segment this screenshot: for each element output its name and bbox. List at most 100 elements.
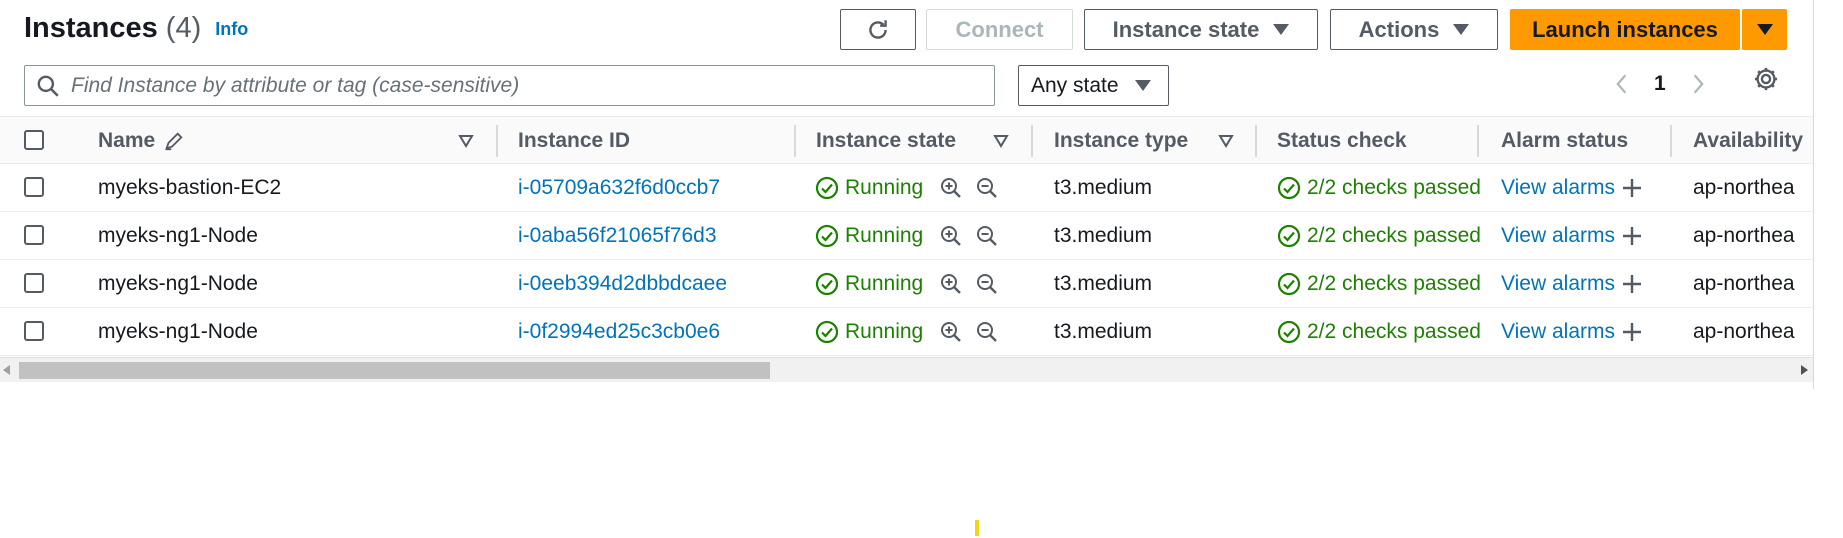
alarm-status: View alarms	[1501, 164, 1643, 211]
actions-label: Actions	[1358, 16, 1440, 42]
instance-id-link[interactable]: i-0eeb394d2dbbdcaee	[518, 260, 727, 307]
launch-options-dropdown[interactable]	[1742, 9, 1787, 50]
chevron-left-icon[interactable]	[1610, 71, 1632, 97]
plus-icon[interactable]	[1621, 225, 1643, 247]
check-circle-icon	[815, 272, 839, 295]
availability-zone: ap-northea	[1693, 223, 1795, 247]
row-checkbox[interactable]	[24, 273, 44, 293]
sort-icon[interactable]	[993, 134, 1009, 148]
zoom-in-icon[interactable]	[939, 272, 963, 296]
column-divider[interactable]	[496, 125, 498, 157]
actions-dropdown[interactable]: Actions	[1330, 9, 1498, 50]
column-header-name[interactable]: Name	[98, 117, 185, 164]
sort-icon[interactable]	[1218, 134, 1234, 148]
caret-down-icon	[1134, 80, 1151, 91]
availability-zone: ap-northea	[1693, 271, 1795, 295]
availability-zone: ap-northea	[1693, 175, 1795, 199]
table-row[interactable]: myeks-ng1-Node i-0eeb394d2dbbdcaee Runni…	[0, 260, 1813, 308]
table-row[interactable]: myeks-ng1-Node i-0aba56f21065f76d3 Runni…	[0, 212, 1813, 260]
scroll-right-arrow-icon[interactable]	[1800, 365, 1808, 375]
status-check: 2/2 checks passed	[1277, 308, 1481, 355]
alarm-status: View alarms	[1501, 212, 1643, 259]
check-circle-icon	[1277, 320, 1301, 343]
column-divider[interactable]	[1255, 125, 1257, 157]
page-number[interactable]: 1	[1654, 72, 1666, 96]
zoom-out-icon[interactable]	[975, 320, 999, 344]
scrollbar-thumb[interactable]	[19, 362, 770, 379]
alarm-status: View alarms	[1501, 308, 1643, 355]
instance-type: t3.medium	[1054, 175, 1153, 199]
zoom-in-icon[interactable]	[939, 224, 963, 248]
search-box	[24, 65, 995, 106]
status-check: 2/2 checks passed	[1277, 260, 1481, 307]
status-check: 2/2 checks passed	[1277, 164, 1481, 211]
view-alarms-link[interactable]: View alarms	[1501, 176, 1615, 200]
check-circle-icon	[1277, 224, 1301, 247]
instances-panel: Instances (4) Info Connect Instance state …	[0, 0, 1814, 389]
check-circle-icon	[815, 320, 839, 343]
instance-state: Running	[815, 260, 999, 307]
scroll-left-arrow-icon[interactable]	[3, 365, 11, 375]
instance-state-dropdown[interactable]: Instance state	[1084, 9, 1318, 50]
zoom-out-icon[interactable]	[975, 176, 999, 200]
check-circle-icon	[815, 224, 839, 247]
column-header-instance-id[interactable]: Instance ID	[518, 117, 630, 164]
view-alarms-link[interactable]: View alarms	[1501, 224, 1615, 248]
plus-icon[interactable]	[1621, 177, 1643, 199]
caret-down-icon	[1453, 24, 1470, 35]
zoom-out-icon[interactable]	[975, 224, 999, 248]
instance-name: myeks-ng1-Node	[98, 223, 258, 247]
column-divider[interactable]	[1477, 125, 1479, 157]
pagination: 1	[1610, 64, 1710, 104]
table-row[interactable]: myeks-ng1-Node i-0f2994ed25c3cb0e6 Runni…	[0, 308, 1813, 356]
row-checkbox[interactable]	[24, 177, 44, 197]
check-circle-icon	[815, 176, 839, 199]
column-header-status-check[interactable]: Status check	[1277, 117, 1407, 164]
check-circle-icon	[1277, 272, 1301, 295]
table-row[interactable]: myeks-bastion-EC2 i-05709a632f6d0ccb7 Ru…	[0, 164, 1813, 212]
column-divider[interactable]	[1031, 125, 1033, 157]
sort-icon[interactable]	[458, 134, 474, 148]
search-input[interactable]	[69, 72, 973, 99]
alarm-status: View alarms	[1501, 260, 1643, 307]
instance-state-label: Instance state	[1112, 16, 1260, 42]
text-cursor	[975, 520, 979, 536]
pencil-icon	[165, 131, 183, 150]
column-header-alarm-status[interactable]: Alarm status	[1501, 117, 1628, 164]
plus-icon[interactable]	[1621, 321, 1643, 343]
chevron-right-icon[interactable]	[1688, 71, 1710, 97]
refresh-icon	[869, 19, 887, 39]
instance-state: Running	[815, 212, 999, 259]
view-alarms-link[interactable]: View alarms	[1501, 320, 1615, 344]
instance-id-link[interactable]: i-05709a632f6d0ccb7	[518, 164, 720, 211]
instance-id-link[interactable]: i-0aba56f21065f76d3	[518, 212, 717, 259]
column-header-availability[interactable]: Availability	[1693, 117, 1803, 164]
row-checkbox[interactable]	[24, 321, 44, 341]
column-header-instance-type[interactable]: Instance type	[1054, 117, 1188, 164]
view-alarms-link[interactable]: View alarms	[1501, 272, 1615, 296]
instance-state: Running	[815, 308, 999, 355]
select-all-checkbox[interactable]	[24, 130, 44, 150]
gear-icon[interactable]	[1752, 65, 1780, 93]
launch-instances-button[interactable]: Launch instances	[1510, 9, 1740, 50]
column-header-instance-state[interactable]: Instance state	[816, 117, 956, 164]
search-icon	[37, 75, 59, 97]
zoom-in-icon[interactable]	[939, 320, 963, 344]
zoom-out-icon[interactable]	[975, 272, 999, 296]
instance-name: myeks-bastion-EC2	[98, 175, 282, 199]
title-text: Instances	[24, 12, 158, 44]
horizontal-scrollbar[interactable]	[0, 357, 1813, 382]
connect-button[interactable]: Connect	[926, 9, 1073, 50]
instance-count: (4)	[165, 12, 202, 44]
zoom-in-icon[interactable]	[939, 176, 963, 200]
instance-name: myeks-ng1-Node	[98, 271, 258, 295]
plus-icon[interactable]	[1621, 273, 1643, 295]
state-filter-select[interactable]: Any state	[1018, 65, 1169, 106]
row-checkbox[interactable]	[24, 225, 44, 245]
instance-id-link[interactable]: i-0f2994ed25c3cb0e6	[518, 308, 720, 355]
info-link[interactable]: Info	[215, 19, 248, 39]
instance-type: t3.medium	[1054, 223, 1153, 247]
column-divider[interactable]	[1670, 125, 1672, 157]
refresh-button[interactable]	[840, 9, 916, 50]
column-divider[interactable]	[794, 125, 796, 157]
